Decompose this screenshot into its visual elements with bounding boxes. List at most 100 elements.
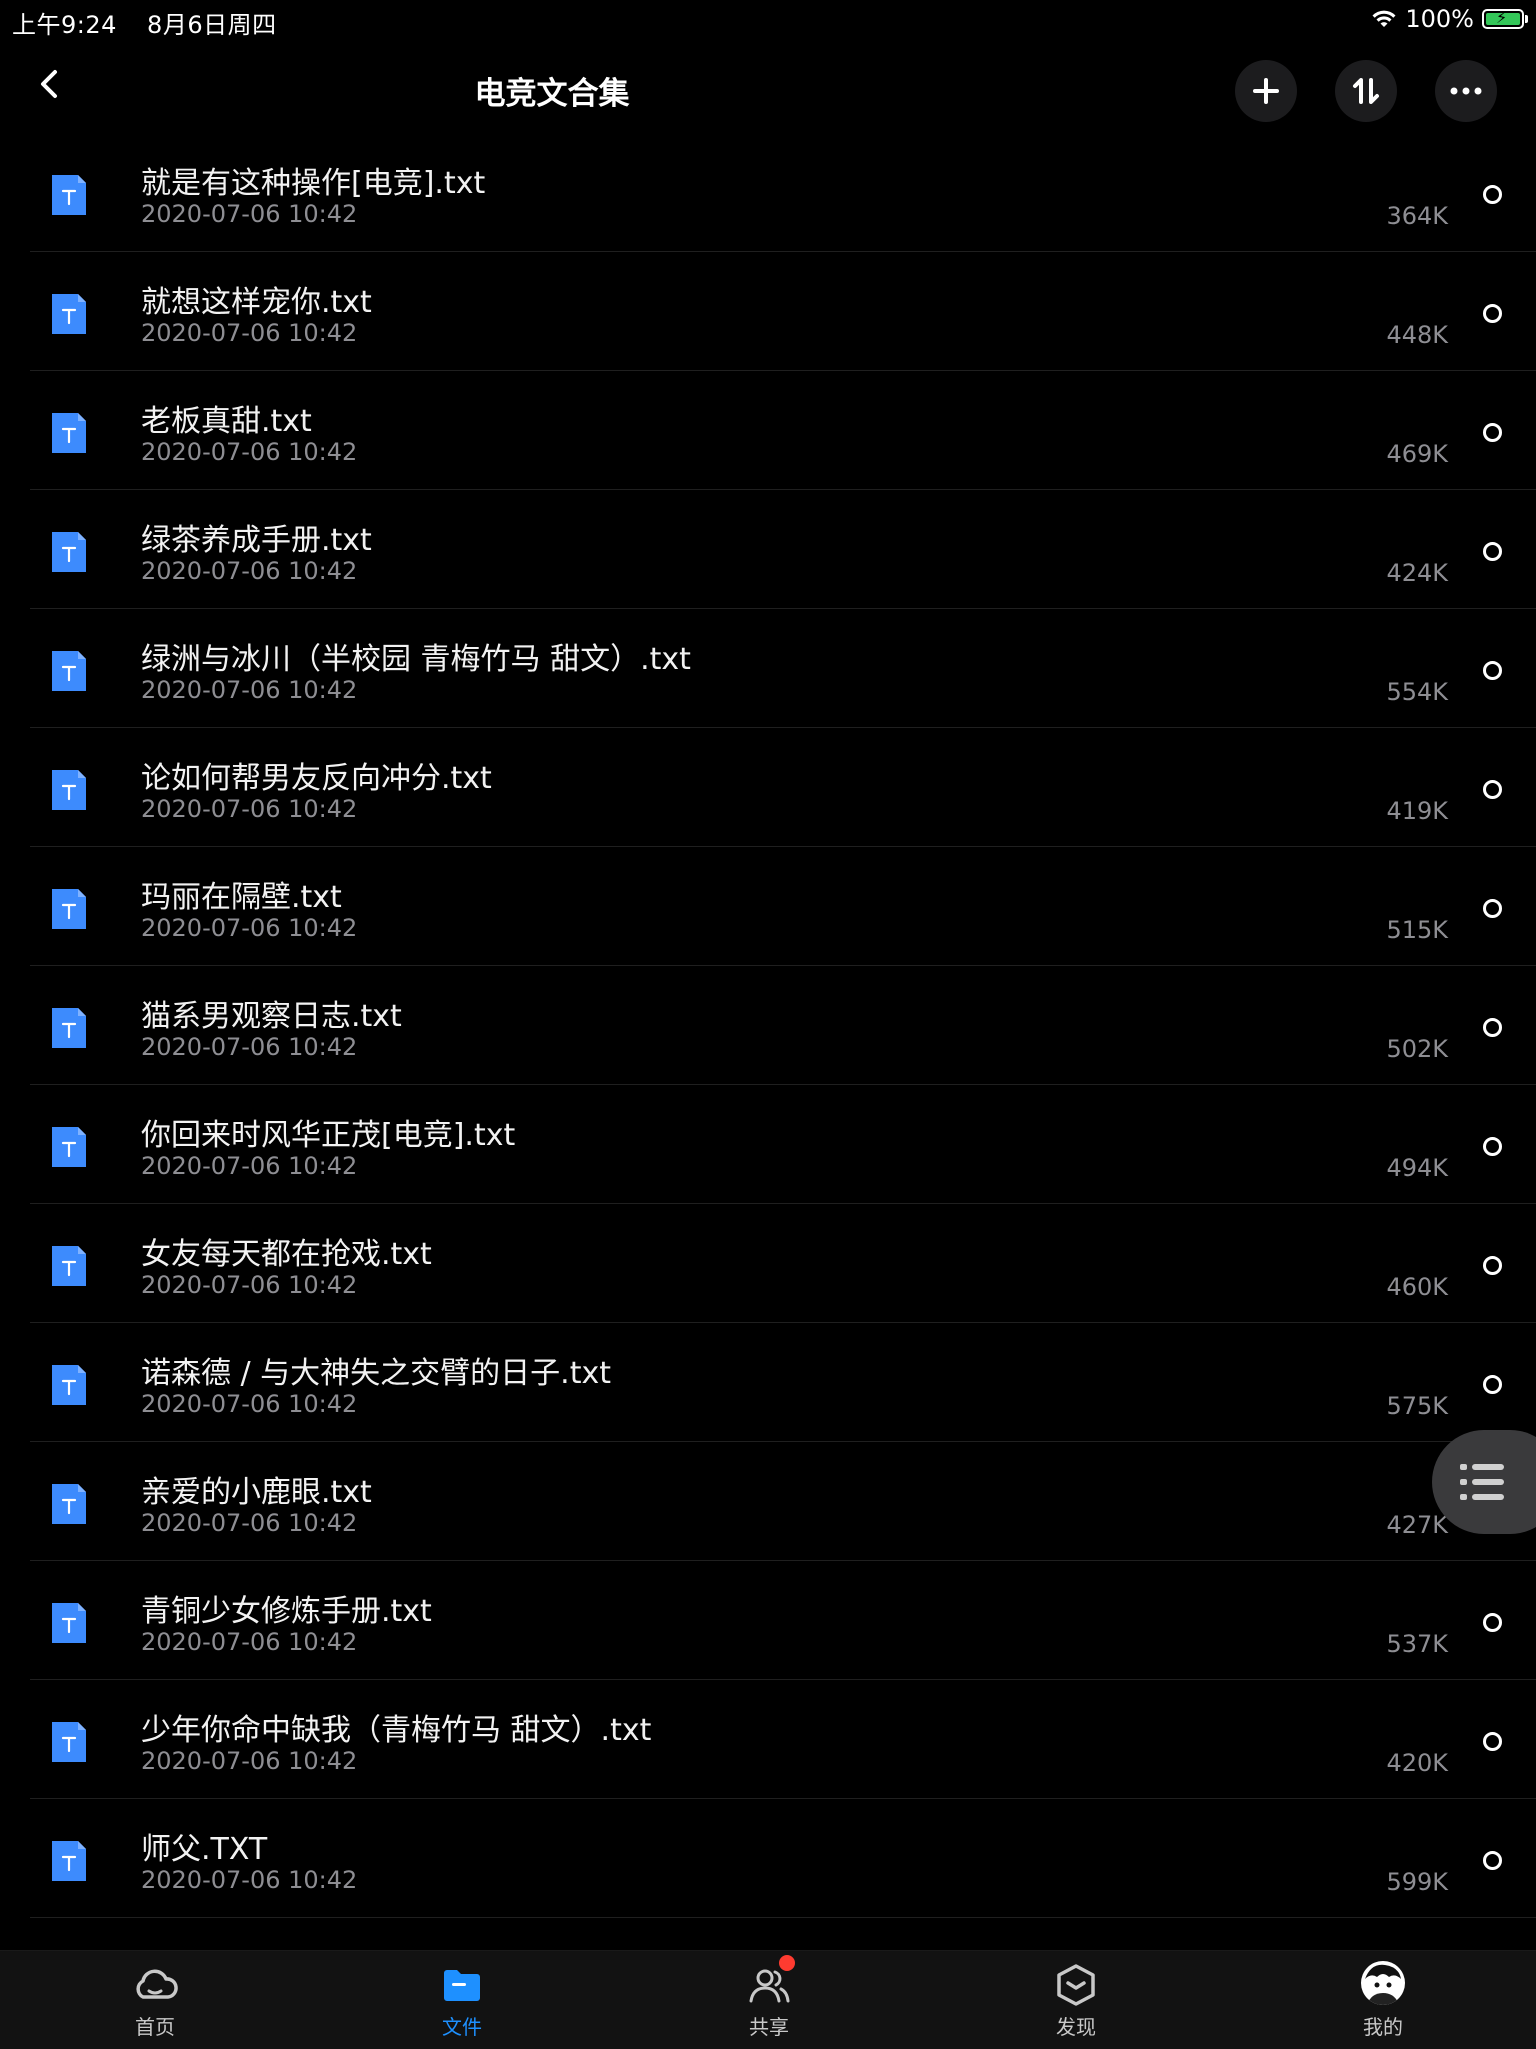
text-file-icon — [52, 1246, 86, 1286]
file-list: 就是有这种操作[电竞].txt 2020-07-06 10:42 364K 就想… — [30, 133, 1536, 1918]
file-row[interactable]: 就是有这种操作[电竞].txt 2020-07-06 10:42 364K — [30, 133, 1536, 252]
discover-icon — [1057, 1964, 1095, 2006]
add-button[interactable] — [1235, 60, 1297, 122]
text-file-icon — [52, 889, 86, 929]
sort-icon — [1353, 78, 1379, 104]
text-file-icon — [52, 651, 86, 691]
select-radio[interactable] — [1483, 1613, 1502, 1632]
file-row[interactable]: 绿茶养成手册.txt 2020-07-06 10:42 424K — [30, 490, 1536, 609]
file-name: 猫系男观察日志.txt — [141, 999, 402, 1034]
battery-icon — [1482, 8, 1528, 29]
tab-discover[interactable]: 发现 — [1016, 1961, 1136, 2040]
file-name: 绿茶养成手册.txt — [141, 523, 372, 558]
file-row[interactable]: 就想这样宠你.txt 2020-07-06 10:42 448K — [30, 252, 1536, 371]
select-radio[interactable] — [1483, 1732, 1502, 1751]
more-icon — [1450, 87, 1482, 95]
select-radio[interactable] — [1483, 423, 1502, 442]
file-name: 你回来时风华正茂[电竞].txt — [141, 1118, 516, 1153]
file-date: 2020-07-06 10:42 — [141, 914, 358, 942]
battery-percent: 100% — [1405, 5, 1474, 33]
file-size: 575K — [1386, 1392, 1448, 1420]
select-radio[interactable] — [1483, 1256, 1502, 1275]
tab-files[interactable]: 文件 — [402, 1961, 522, 2040]
file-size: 469K — [1386, 440, 1448, 468]
file-size: 515K — [1386, 916, 1448, 944]
file-size: 424K — [1386, 559, 1448, 587]
file-size: 364K — [1386, 202, 1448, 230]
file-row[interactable]: 青铜少女修炼手册.txt 2020-07-06 10:42 537K — [30, 1561, 1536, 1680]
file-name: 女友每天都在抢戏.txt — [141, 1237, 432, 1272]
select-radio[interactable] — [1483, 542, 1502, 561]
file-name: 老板真甜.txt — [141, 404, 312, 439]
select-radio[interactable] — [1483, 304, 1502, 323]
tab-label: 文件 — [442, 2015, 482, 2039]
list-icon — [1460, 1464, 1504, 1500]
tab-label: 发现 — [1056, 2015, 1096, 2039]
file-name: 亲爱的小鹿眼.txt — [141, 1475, 372, 1510]
file-row[interactable]: 少年你命中缺我（青梅竹马 甜文）.txt 2020-07-06 10:42 42… — [30, 1680, 1536, 1799]
text-file-icon — [52, 413, 86, 453]
file-name: 绿洲与冰川（半校园 青梅竹马 甜文）.txt — [141, 642, 691, 677]
file-date: 2020-07-06 10:42 — [141, 1628, 358, 1656]
file-date: 2020-07-06 10:42 — [141, 1866, 358, 1894]
sort-button[interactable] — [1335, 60, 1397, 122]
text-file-icon — [52, 294, 86, 334]
file-row[interactable]: 老板真甜.txt 2020-07-06 10:42 469K — [30, 371, 1536, 490]
file-size: 599K — [1386, 1868, 1448, 1896]
file-date: 2020-07-06 10:42 — [141, 1152, 358, 1180]
file-row[interactable]: 诺森德 / 与大神失之交臂的日子.txt 2020-07-06 10:42 57… — [30, 1323, 1536, 1442]
file-date: 2020-07-06 10:42 — [141, 1390, 358, 1418]
file-size: 502K — [1386, 1035, 1448, 1063]
file-date: 2020-07-06 10:42 — [141, 676, 358, 704]
file-name: 玛丽在隔壁.txt — [141, 880, 342, 915]
file-name: 少年你命中缺我（青梅竹马 甜文）.txt — [141, 1713, 652, 1748]
file-size: 460K — [1386, 1273, 1448, 1301]
file-name: 诺森德 / 与大神失之交臂的日子.txt — [141, 1356, 611, 1391]
file-row[interactable]: 你回来时风华正茂[电竞].txt 2020-07-06 10:42 494K — [30, 1085, 1536, 1204]
file-date: 2020-07-06 10:42 — [141, 557, 358, 585]
navigation-bar: 电竞文合集 — [0, 50, 1536, 130]
file-row[interactable]: 玛丽在隔壁.txt 2020-07-06 10:42 515K — [30, 847, 1536, 966]
file-size: 419K — [1386, 797, 1448, 825]
text-file-icon — [52, 1484, 86, 1524]
text-file-icon — [52, 1841, 86, 1881]
select-radio[interactable] — [1483, 1018, 1502, 1037]
select-radio[interactable] — [1483, 1375, 1502, 1394]
tab-home[interactable]: 首页 — [95, 1961, 215, 2040]
file-size: 554K — [1386, 678, 1448, 706]
file-date: 2020-07-06 10:42 — [141, 1509, 358, 1537]
tab-label: 首页 — [135, 2015, 175, 2039]
more-button[interactable] — [1435, 60, 1497, 122]
text-file-icon — [52, 1722, 86, 1762]
file-name: 论如何帮男友反向冲分.txt — [141, 761, 492, 796]
tab-profile[interactable]: 我的 — [1323, 1961, 1443, 2040]
file-row[interactable]: 师父.TXT 2020-07-06 10:42 599K — [30, 1799, 1536, 1918]
folder-icon — [444, 1970, 480, 2001]
tab-share[interactable]: 共享 — [709, 1955, 829, 2040]
file-row[interactable]: 论如何帮男友反向冲分.txt 2020-07-06 10:42 419K — [30, 728, 1536, 847]
text-file-icon — [52, 532, 86, 572]
text-file-icon — [52, 1008, 86, 1048]
file-row[interactable]: 猫系男观察日志.txt 2020-07-06 10:42 502K — [30, 966, 1536, 1085]
select-radio[interactable] — [1483, 185, 1502, 204]
select-radio[interactable] — [1483, 1851, 1502, 1870]
file-row[interactable]: 亲爱的小鹿眼.txt 2020-07-06 10:42 427K — [30, 1442, 1536, 1561]
file-size: 427K — [1386, 1511, 1448, 1539]
select-radio[interactable] — [1483, 780, 1502, 799]
file-name: 就想这样宠你.txt — [141, 285, 372, 320]
tab-label: 我的 — [1363, 2015, 1403, 2039]
cloud-icon — [136, 1969, 178, 1999]
select-radio[interactable] — [1483, 1137, 1502, 1156]
notification-badge — [779, 1955, 795, 1971]
file-date: 2020-07-06 10:42 — [141, 795, 358, 823]
list-view-button[interactable] — [1432, 1430, 1536, 1534]
select-radio[interactable] — [1483, 661, 1502, 680]
file-row[interactable]: 绿洲与冰川（半校园 青梅竹马 甜文）.txt 2020-07-06 10:42 … — [30, 609, 1536, 728]
file-name: 师父.TXT — [141, 1832, 268, 1867]
plus-icon — [1253, 78, 1279, 104]
select-radio[interactable] — [1483, 899, 1502, 918]
text-file-icon — [52, 770, 86, 810]
text-file-icon — [52, 1127, 86, 1167]
file-row[interactable]: 女友每天都在抢戏.txt 2020-07-06 10:42 460K — [30, 1204, 1536, 1323]
file-date: 2020-07-06 10:42 — [141, 1033, 358, 1061]
